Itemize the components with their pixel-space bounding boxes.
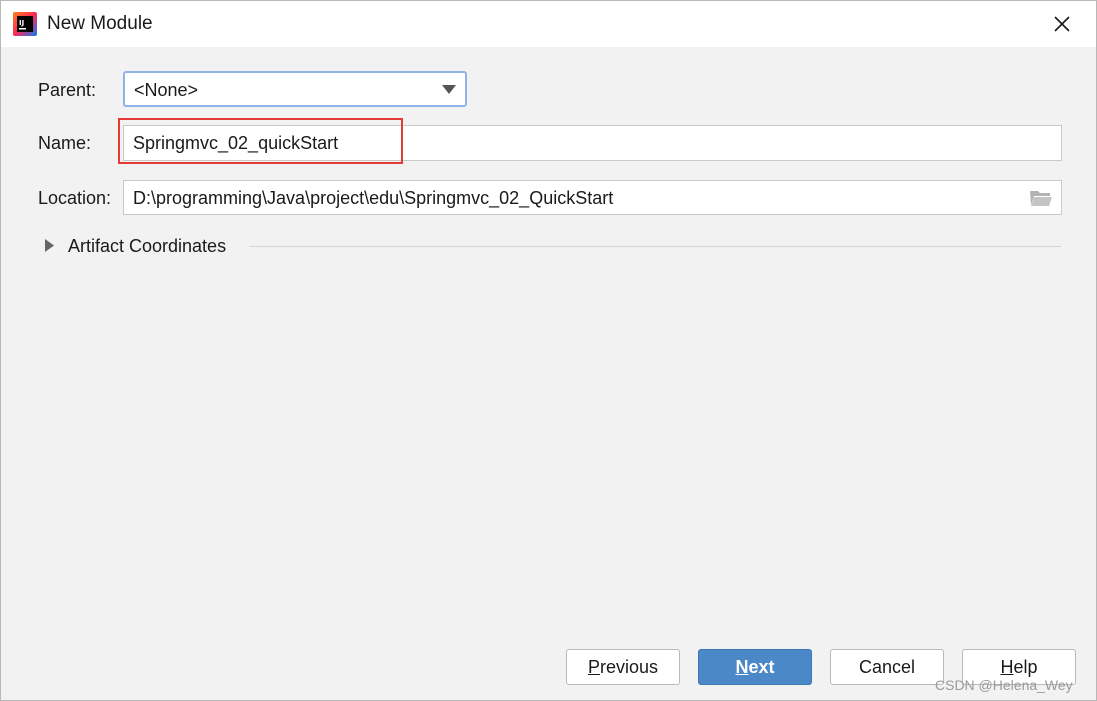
name-label: Name: (38, 133, 92, 153)
location-input[interactable]: D:\programming\Java\project\edu\Springmv… (123, 180, 1062, 215)
next-button[interactable]: Next (698, 649, 812, 685)
folder-icon[interactable] (1029, 188, 1053, 208)
dropdown-arrow-icon (442, 85, 456, 94)
watermark: CSDN @Helena_Wey (935, 677, 1073, 693)
close-button[interactable] (1047, 9, 1077, 39)
close-icon (1054, 16, 1070, 32)
cancel-label: Cancel (858, 656, 916, 677)
previous-button[interactable]: Previous (566, 649, 680, 685)
help-mnemonic: H (1000, 656, 1014, 677)
title-bar: IJ New Module (1, 1, 1096, 47)
next-label: ext (748, 656, 775, 677)
parent-select-value: <None> (134, 80, 199, 100)
parent-label: Parent: (38, 80, 97, 100)
intellij-idea-icon: IJ (13, 12, 37, 36)
parent-select[interactable]: <None> (123, 71, 467, 107)
location-input-value: D:\programming\Java\project\edu\Springmv… (133, 188, 614, 208)
artifact-coordinates-section[interactable]: Artifact Coordinates (45, 233, 1065, 259)
name-input[interactable]: Springmvc_02_quickStart (123, 125, 1062, 161)
location-label: Location: (38, 188, 112, 208)
previous-mnemonic: P (587, 656, 600, 677)
expand-arrow-icon (45, 239, 54, 252)
next-mnemonic: N (735, 656, 749, 677)
section-divider (249, 246, 1061, 247)
cancel-button[interactable]: Cancel (830, 649, 944, 685)
new-module-dialog: IJ New Module Parent: <None> Name: Sprin… (0, 0, 1097, 701)
help-label: elp (1013, 656, 1038, 677)
name-input-value: Springmvc_02_quickStart (133, 133, 339, 153)
svg-text:IJ: IJ (19, 19, 24, 27)
window-title: New Module (47, 13, 153, 34)
previous-label: revious (599, 656, 659, 677)
artifact-coordinates-label: Artifact Coordinates (68, 236, 227, 256)
